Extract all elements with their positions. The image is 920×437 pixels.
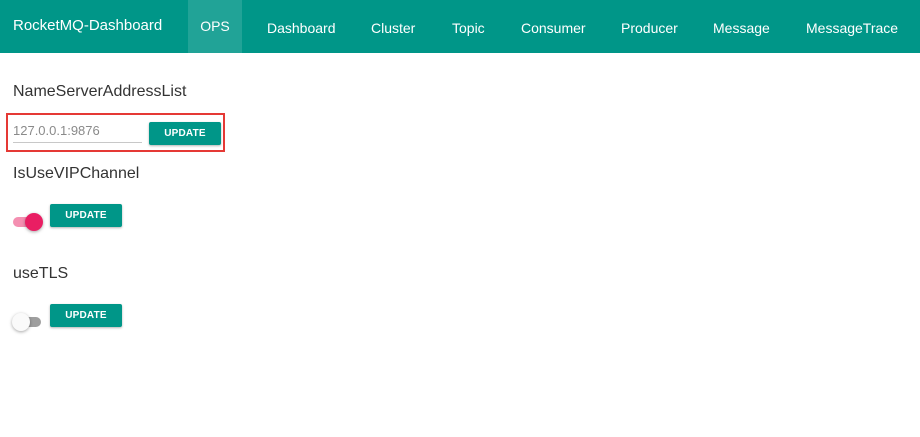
vipchannel-toggle[interactable] [13, 213, 43, 231]
nameserver-update-button[interactable]: UPDATE [149, 122, 221, 145]
nav-item-topic[interactable]: Topic [452, 0, 485, 53]
nav-item-consumer[interactable]: Consumer [521, 0, 586, 53]
nav-item-message[interactable]: Message [713, 0, 770, 53]
nav-item-producer[interactable]: Producer [621, 0, 678, 53]
nameserver-address-input[interactable] [13, 119, 142, 143]
toggle-knob [25, 213, 43, 231]
tls-title: useTLS [13, 265, 69, 282]
nameserver-title: NameServerAddressList [13, 83, 187, 100]
tls-toggle[interactable] [12, 313, 43, 331]
nav-item-cluster[interactable]: Cluster [371, 0, 415, 53]
toggle-knob [12, 313, 30, 331]
nav-item-ops[interactable]: OPS [188, 0, 242, 53]
top-navbar: RocketMQ-Dashboard OPS Dashboard Cluster… [0, 0, 920, 53]
nav-item-dashboard[interactable]: Dashboard [267, 0, 336, 53]
nav-item-messagetrace[interactable]: MessageTrace [806, 0, 898, 53]
tls-update-button[interactable]: UPDATE [50, 304, 122, 327]
brand-title[interactable]: RocketMQ-Dashboard [13, 0, 162, 53]
vipchannel-update-button[interactable]: UPDATE [50, 204, 122, 227]
vipchannel-title: IsUseVIPChannel [13, 165, 140, 182]
